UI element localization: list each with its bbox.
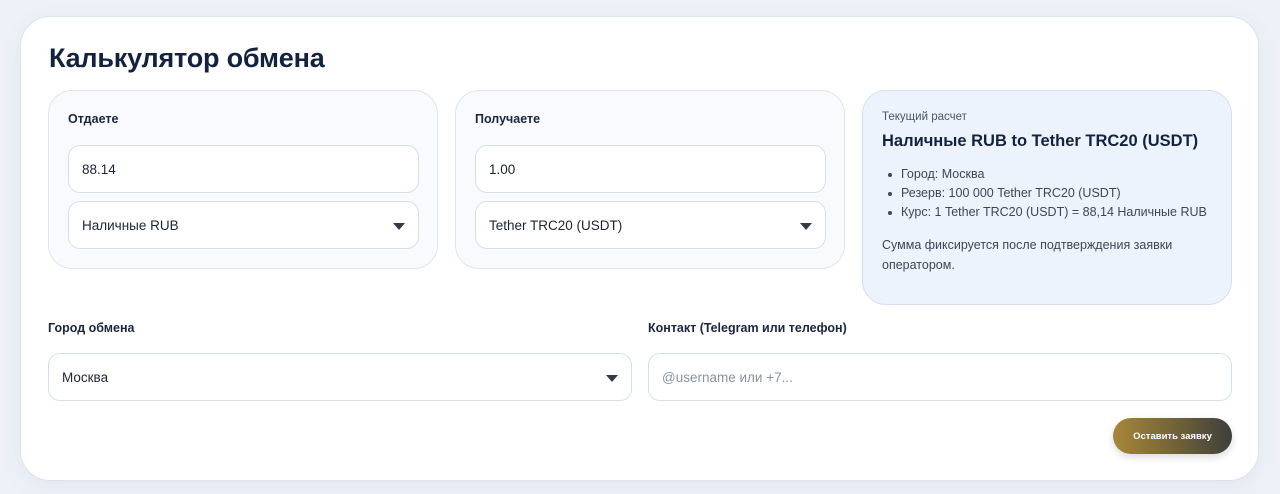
city-label: Город обмена [48,321,135,335]
exchange-calculator-card: Калькулятор обмена Отдаете 88.14 Наличны… [20,16,1259,481]
give-label: Отдаете [68,112,119,126]
submit-request-button[interactable]: Оставить заявку [1113,418,1232,454]
get-amount-input[interactable]: 1.00 [475,145,826,193]
give-panel: Отдаете 88.14 Наличные RUB [48,90,438,269]
summary-caption: Текущий расчет [882,111,967,123]
summary-title: Наличные RUB to Tether TRC20 (USDT) [882,132,1199,150]
chevron-down-icon [800,223,812,230]
current-calculation-panel: Текущий расчет Наличные RUB to Tether TR… [862,90,1232,305]
give-amount-input[interactable]: 88.14 [68,145,419,193]
summary-note: Сумма фиксируется после подтверждения за… [882,238,1173,272]
get-currency-select[interactable]: Tether TRC20 (USDT) [475,201,826,249]
city-value: Москва [62,369,109,385]
contact-label: Контакт (Telegram или телефон) [648,321,847,335]
get-panel: Получаете 1.00 Tether TRC20 (USDT) [455,90,845,269]
contact-field [648,353,1232,401]
contact-input[interactable] [662,369,1203,385]
chevron-down-icon [606,375,618,382]
summary-city-item: Город: Москва [882,165,1212,184]
chevron-down-icon [393,223,405,230]
summary-details-list: Город: Москва Резерв: 100 000 Tether TRC… [882,165,1212,222]
get-label: Получаете [475,112,541,126]
page-title: Калькулятор обмена [49,43,325,73]
give-currency-value: Наличные RUB [82,217,179,233]
city-select[interactable]: Москва [48,353,632,401]
summary-rate-item: Курс: 1 Tether TRC20 (USDT) = 88,14 Нали… [882,203,1212,222]
get-currency-value: Tether TRC20 (USDT) [489,217,623,233]
give-currency-select[interactable]: Наличные RUB [68,201,419,249]
summary-reserve-item: Резерв: 100 000 Tether TRC20 (USDT) [882,184,1212,203]
